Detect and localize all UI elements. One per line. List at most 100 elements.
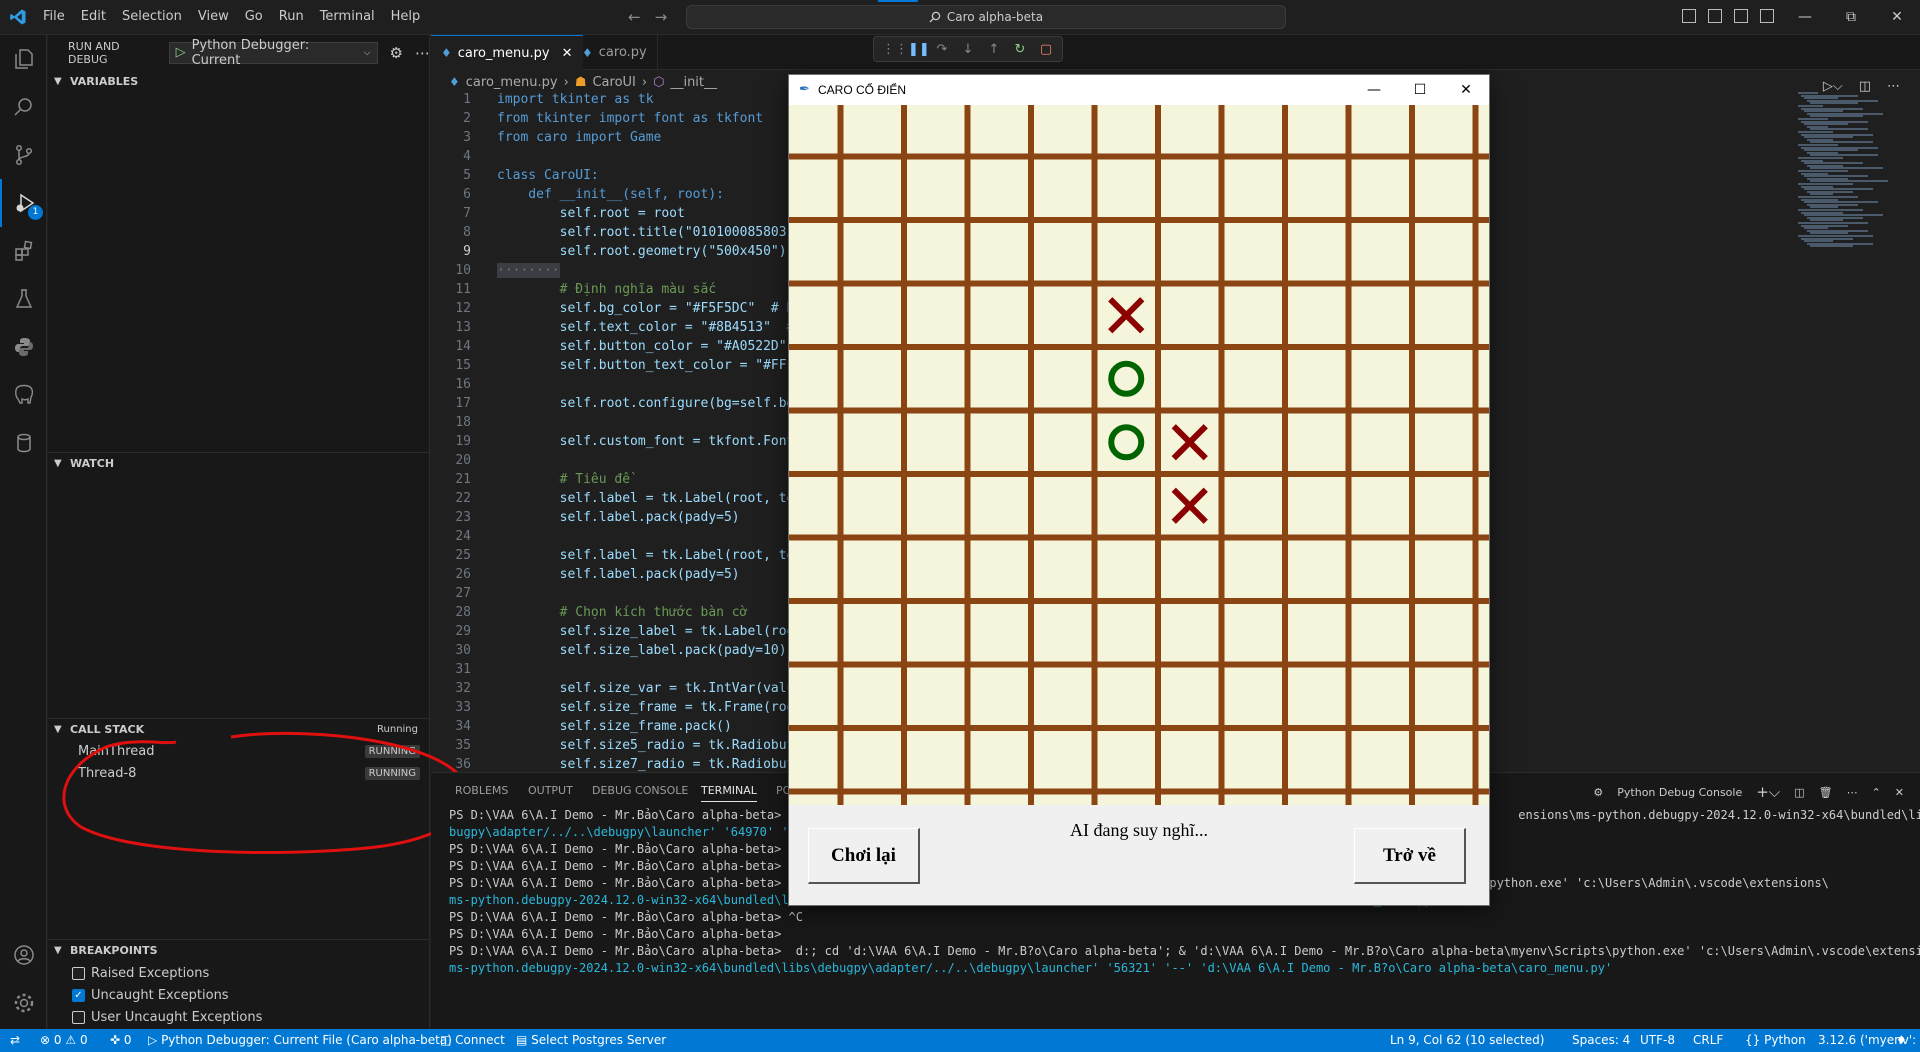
game-close-icon[interactable]: ✕ xyxy=(1443,75,1489,105)
tab-caro[interactable]: ♦ caro.py xyxy=(572,35,658,70)
line-number[interactable]: 6 xyxy=(431,187,471,202)
code-line[interactable]: self.size_frame.pack() xyxy=(497,719,732,734)
checkbox-unchecked[interactable] xyxy=(72,966,85,980)
cursor-position[interactable]: Ln 9, Col 62 (10 selected) xyxy=(1390,1029,1544,1052)
code-line[interactable]: def __init__(self, root): xyxy=(497,187,724,202)
line-number[interactable]: 7 xyxy=(431,206,471,221)
maximize-panel-chevron-up-icon[interactable]: ⌃ xyxy=(1872,786,1881,799)
line-number[interactable]: 9 xyxy=(431,244,471,259)
stop-icon[interactable]: ▢ xyxy=(1038,42,1054,57)
account-icon[interactable] xyxy=(0,931,47,979)
call-stack-section-header[interactable]: ▼ CALL STACK Running xyxy=(48,718,430,740)
breakpoint-uncaught-exceptions[interactable]: ✓ Uncaught Exceptions xyxy=(72,984,229,1006)
postgres-elephant-icon[interactable] xyxy=(0,371,47,419)
testing-flask-icon[interactable] xyxy=(0,275,47,323)
drag-handle-icon[interactable]: ⋮⋮ xyxy=(882,42,908,57)
postgres-status[interactable]: ▤ Select Postgres Server xyxy=(516,1029,666,1052)
line-number[interactable]: 11 xyxy=(431,282,471,297)
code-line[interactable]: self.root.configure(bg=self.bg xyxy=(497,396,795,411)
code-line[interactable]: self.label = tk.Label(root, te xyxy=(497,548,795,563)
step-into-icon[interactable]: ↓ xyxy=(960,42,976,57)
close-panel-icon[interactable]: ✕ xyxy=(1895,786,1904,799)
code-line[interactable]: self.button_text_color = "#FFFF xyxy=(497,358,803,373)
restart-icon[interactable]: ↻ xyxy=(1012,42,1028,57)
back-button[interactable]: Trở về xyxy=(1354,828,1466,884)
restore-icon[interactable]: ⧉ xyxy=(1828,0,1874,34)
code-line[interactable]: self.size5_radio = tk.Radiobut xyxy=(497,738,795,753)
indentation[interactable]: Spaces: 4 xyxy=(1572,1029,1630,1052)
split-terminal-icon[interactable]: ◫ xyxy=(1794,786,1804,799)
line-number[interactable]: 36 xyxy=(431,757,471,772)
menu-file[interactable]: File xyxy=(35,0,73,35)
ports-status[interactable]: ✜ 0 xyxy=(110,1029,132,1052)
code-line[interactable]: self.size_frame = tk.Frame(roo xyxy=(497,700,795,715)
line-number[interactable]: 14 xyxy=(431,339,471,354)
game-maximize-icon[interactable]: ☐ xyxy=(1397,75,1443,105)
open-launch-json-gear-icon[interactable]: ⚙ xyxy=(390,44,403,62)
line-number[interactable]: 21 xyxy=(431,472,471,487)
code-line[interactable]: self.root.geometry("500x450") xyxy=(497,244,787,259)
code-line[interactable]: self.size_label = tk.Label(roo xyxy=(497,624,795,639)
line-number[interactable]: 32 xyxy=(431,681,471,696)
line-number[interactable]: 28 xyxy=(431,605,471,620)
menu-help[interactable]: Help xyxy=(383,0,429,35)
extensions-icon[interactable] xyxy=(0,227,47,275)
tab-output[interactable]: OUTPUT xyxy=(528,784,573,797)
code-line[interactable]: self.label = tk.Label(root, te xyxy=(497,491,795,506)
code-line[interactable]: self.size_var = tk.IntVar(valu xyxy=(497,681,795,696)
database-icon[interactable] xyxy=(0,419,47,467)
step-out-icon[interactable]: ↑ xyxy=(986,42,1002,57)
line-ending[interactable]: CRLF xyxy=(1693,1029,1723,1052)
more-actions-icon[interactable]: ⋯ xyxy=(1847,786,1858,799)
breadcrumb-class[interactable]: CaroUI xyxy=(592,75,635,90)
line-number[interactable]: 35 xyxy=(431,738,471,753)
run-and-debug-icon[interactable]: 1 xyxy=(0,179,47,227)
menu-run[interactable]: Run xyxy=(271,0,312,35)
connect-status[interactable]: ◫ Connect xyxy=(440,1029,505,1052)
line-number[interactable]: 18 xyxy=(431,415,471,430)
debug-configuration-select[interactable]: ▷ Python Debugger: Current ⌵ xyxy=(168,38,378,68)
language-mode[interactable]: {} Python xyxy=(1745,1029,1806,1052)
menu-selection[interactable]: Selection xyxy=(114,0,190,35)
code-line[interactable]: self.root = root xyxy=(497,206,685,221)
back-arrow-icon[interactable]: ← xyxy=(628,8,641,26)
menu-terminal[interactable]: Terminal xyxy=(312,0,383,35)
code-line[interactable]: self.bg_color = "#F5F5DC" # B xyxy=(497,301,795,316)
line-number[interactable]: 17 xyxy=(431,396,471,411)
encoding[interactable]: UTF-8 xyxy=(1640,1029,1675,1052)
thread-row[interactable]: Thread-8 RUNNING xyxy=(48,762,430,784)
toggle-primary-sidebar-icon[interactable] xyxy=(1682,9,1696,23)
code-line[interactable]: from tkinter import font as tkfont xyxy=(497,111,763,126)
menu-edit[interactable]: Edit xyxy=(73,0,114,35)
start-debugging-icon[interactable]: ▷ xyxy=(176,45,186,60)
line-number[interactable]: 4 xyxy=(431,149,471,164)
new-terminal-icon[interactable]: +⌵ xyxy=(1756,783,1780,801)
breakpoint-raised-exceptions[interactable]: Raised Exceptions xyxy=(72,962,209,984)
code-line[interactable]: class CaroUI: xyxy=(497,168,599,183)
line-number[interactable]: 22 xyxy=(431,491,471,506)
customize-layout-icon[interactable] xyxy=(1760,9,1774,23)
line-number[interactable]: 2 xyxy=(431,111,471,126)
pause-icon[interactable]: ❚❚ xyxy=(908,42,930,57)
tab-terminal[interactable]: TERMINAL xyxy=(701,784,757,802)
forward-arrow-icon[interactable]: → xyxy=(655,8,668,26)
checkbox-unchecked[interactable] xyxy=(72,1010,85,1024)
minimize-icon[interactable]: — xyxy=(1782,0,1828,34)
toggle-secondary-sidebar-icon[interactable] xyxy=(1734,9,1748,23)
tab-debug-console[interactable]: DEBUG CONSOLE xyxy=(592,784,688,797)
terminal-name[interactable]: Python Debug Console xyxy=(1617,786,1742,799)
breakpoint-user-uncaught-exceptions[interactable]: User Uncaught Exceptions xyxy=(72,1006,262,1028)
line-number[interactable]: 5 xyxy=(431,168,471,183)
line-number[interactable]: 30 xyxy=(431,643,471,658)
line-number[interactable]: 13 xyxy=(431,320,471,335)
code-line[interactable]: self.size_label.pack(pady=10) xyxy=(497,643,787,658)
toggle-panel-icon[interactable] xyxy=(1708,9,1722,23)
code-line[interactable]: # Tiêu đề xyxy=(497,472,630,487)
line-number[interactable]: 12 xyxy=(431,301,471,316)
code-line[interactable]: self.text_color = "#8B4513" # xyxy=(497,320,795,335)
code-line[interactable]: self.size7_radio = tk.Radiobut xyxy=(497,757,795,772)
line-number[interactable]: 19 xyxy=(431,434,471,449)
breadcrumb-file[interactable]: caro_menu.py xyxy=(466,75,558,90)
close-icon[interactable]: ✕ xyxy=(1874,0,1920,34)
settings-gear-icon[interactable] xyxy=(0,979,47,1027)
